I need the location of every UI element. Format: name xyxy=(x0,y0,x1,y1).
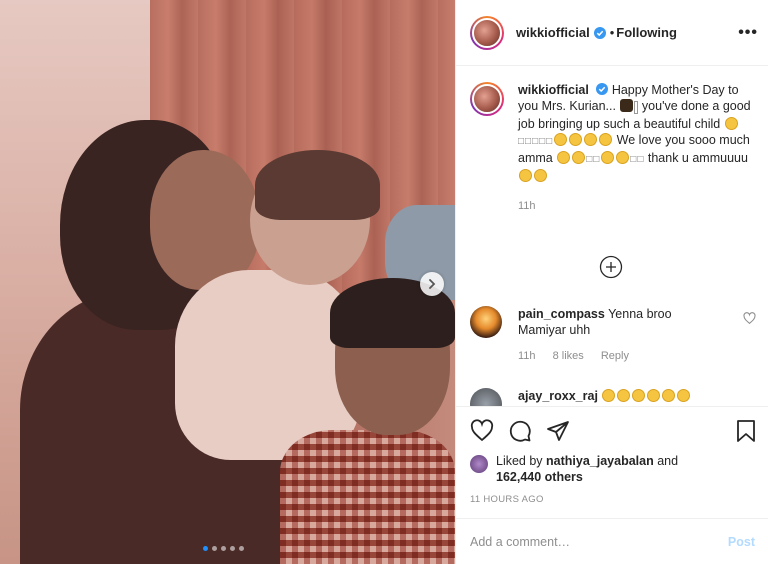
hug-emoji-icon xyxy=(519,169,532,182)
commenter-avatar[interactable] xyxy=(470,306,502,338)
load-more-comments-button[interactable] xyxy=(599,255,623,279)
grin-emoji-icon xyxy=(632,389,646,402)
caption-username[interactable]: wikkiofficial xyxy=(518,83,589,97)
grin-emoji-icon xyxy=(617,389,631,402)
missing-glyphs-icon: □□ xyxy=(586,154,601,165)
comment-like-heart-icon[interactable] xyxy=(743,312,756,325)
post-comment-button[interactable]: Post xyxy=(728,535,755,549)
grin-emoji-icon xyxy=(599,133,613,146)
missing-glyphs-icon: □□ xyxy=(630,154,645,165)
hug-emoji-icon xyxy=(534,169,547,182)
grin-emoji-icon xyxy=(677,389,691,402)
carousel-dot xyxy=(203,546,208,551)
photo-baby-hair xyxy=(255,150,380,220)
liked-by-prefix: Liked by xyxy=(496,454,547,468)
comment-item: ajay_roxx_raj xyxy=(470,388,760,406)
add-comment-input[interactable] xyxy=(470,534,728,549)
liked-by-user[interactable]: nathiya_jayabalan xyxy=(546,454,654,468)
following-button[interactable]: Following xyxy=(616,25,677,40)
party-emoji-icon xyxy=(620,99,634,112)
photo-mother-face xyxy=(150,150,260,290)
liked-by-and: and xyxy=(653,454,679,468)
caption-text-4: thank u ammuuuu xyxy=(644,151,748,165)
post-header: wikkiofficial • Following ••• xyxy=(456,0,768,66)
carousel-dots xyxy=(203,546,244,551)
grin-emoji-icon xyxy=(647,389,661,402)
author-username[interactable]: wikkiofficial xyxy=(516,25,590,40)
plus-circle-icon xyxy=(599,255,623,279)
post-photo[interactable] xyxy=(0,0,455,564)
caption: wikkiofficial Happy Mother's Day to you … xyxy=(470,82,758,214)
grin-emoji-icon xyxy=(569,133,583,146)
bookmark-icon[interactable] xyxy=(735,419,757,443)
comments-section[interactable]: wikkiofficial Happy Mother's Day to you … xyxy=(456,66,768,406)
carousel-dot xyxy=(212,546,217,551)
post-side-panel: wikkiofficial • Following ••• wikkioffic… xyxy=(455,0,768,564)
comment-bubble-icon[interactable] xyxy=(508,419,532,443)
commenter-avatar[interactable] xyxy=(470,388,502,406)
liker-avatar[interactable] xyxy=(470,455,488,473)
likes-others[interactable]: others xyxy=(541,470,583,484)
post-actions: Liked by nathiya_jayabalan and 162,440 o… xyxy=(456,406,768,505)
share-direct-icon[interactable] xyxy=(546,419,570,443)
kiss-emoji-icon xyxy=(557,151,571,164)
caption-time: 11h xyxy=(518,200,536,212)
carousel-dot xyxy=(239,546,244,551)
comment-likes[interactable]: 8 likes xyxy=(553,350,584,362)
comment-time: 11h xyxy=(518,350,536,362)
more-options-icon[interactable]: ••• xyxy=(738,24,758,42)
commenter-username[interactable]: ajay_roxx_raj xyxy=(518,389,598,403)
comment-item: pain_compass Yenna broo Mamiyar uhh 11h … xyxy=(470,306,760,364)
verified-badge-icon xyxy=(593,26,606,39)
carousel-next-button[interactable] xyxy=(420,272,444,296)
smile-emoji-icon xyxy=(601,151,615,164)
commenter-username[interactable]: pain_compass xyxy=(518,307,605,321)
likes-summary: Liked by nathiya_jayabalan and 162,440 o… xyxy=(470,453,736,485)
grin-emoji-icon xyxy=(602,389,616,402)
carousel-dot xyxy=(221,546,226,551)
author-avatar[interactable] xyxy=(470,15,504,50)
caption-avatar[interactable] xyxy=(470,82,504,116)
add-comment-bar: Post xyxy=(456,518,768,564)
verified-badge-icon xyxy=(596,83,609,95)
carousel-dot xyxy=(230,546,235,551)
photo-boy-shirt xyxy=(280,430,455,564)
hug-emoji-icon xyxy=(724,117,738,130)
comment-reply-button[interactable]: Reply xyxy=(601,350,629,362)
kiss-emoji-icon xyxy=(572,151,586,164)
missing-glyphs-icon: □□□□□ xyxy=(518,136,554,147)
like-heart-icon[interactable] xyxy=(470,419,494,443)
post-timestamp[interactable]: 11 HOURS AGO xyxy=(470,494,544,505)
smile-emoji-icon xyxy=(616,151,630,164)
follow-separator: • xyxy=(609,25,615,40)
grin-emoji-icon xyxy=(662,389,676,402)
chevron-right-icon xyxy=(429,279,436,289)
grin-emoji-icon xyxy=(584,133,598,146)
likes-count[interactable]: 162,440 xyxy=(496,470,541,484)
grin-emoji-icon xyxy=(554,133,568,146)
